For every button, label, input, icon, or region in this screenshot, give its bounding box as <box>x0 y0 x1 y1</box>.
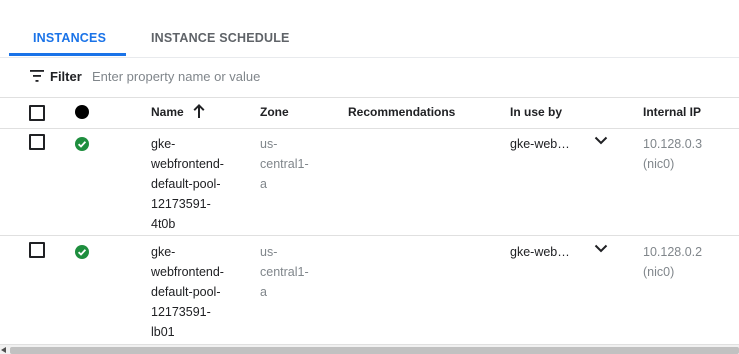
filter-bar: Filter <box>0 57 739 98</box>
check-circle-icon <box>75 245 89 259</box>
sort-ascending-icon[interactable] <box>192 103 206 119</box>
instance-name-link[interactable]: gke- webfrontend- default-pool- 12173591… <box>151 134 241 234</box>
filter-list-icon[interactable] <box>30 70 44 82</box>
filter-input[interactable] <box>92 65 512 87</box>
tab-bar: INSTANCES INSTANCE SCHEDULE <box>0 0 739 58</box>
in-use-by-value[interactable]: gke-web… <box>510 134 572 154</box>
column-header-zone[interactable]: Zone <box>260 105 289 119</box>
table-row[interactable]: gke- webfrontend- default-pool- 12173591… <box>0 236 739 345</box>
tab-instance-schedule[interactable]: INSTANCE SCHEDULE <box>151 31 290 45</box>
zone-value: us- central1- a <box>260 245 309 299</box>
status-column-icon[interactable] <box>75 105 89 119</box>
row-checkbox[interactable] <box>29 242 45 258</box>
internal-ip-value: 10.128.0.3 (nic0) <box>643 137 703 171</box>
check-circle-icon <box>75 137 89 151</box>
table-row[interactable]: gke- webfrontend- default-pool- 12173591… <box>0 128 739 236</box>
instance-name-link[interactable]: gke- webfrontend- default-pool- 12173591… <box>151 242 241 342</box>
column-header-internal-ip[interactable]: Internal IP <box>643 105 701 119</box>
row-checkbox[interactable] <box>29 134 45 150</box>
tab-instances[interactable]: INSTANCES <box>33 31 106 45</box>
column-header-name[interactable]: Name <box>151 105 184 119</box>
scroll-left-icon[interactable] <box>1 347 6 353</box>
filter-label[interactable]: Filter <box>50 69 82 84</box>
column-header-in-use-by[interactable]: In use by <box>510 105 562 119</box>
active-tab-indicator <box>9 53 126 56</box>
select-all-checkbox[interactable] <box>29 105 45 121</box>
zone-value: us- central1- a <box>260 137 309 191</box>
chevron-down-icon[interactable] <box>594 244 608 254</box>
chevron-down-icon[interactable] <box>594 136 608 146</box>
table-header: Name Zone Recommendations In use by Inte… <box>0 97 739 129</box>
internal-ip-value: 10.128.0.2 (nic0) <box>643 245 703 279</box>
column-header-recommendations[interactable]: Recommendations <box>348 105 455 119</box>
scrollbar-thumb[interactable] <box>10 347 739 354</box>
horizontal-scrollbar[interactable] <box>0 345 739 354</box>
in-use-by-value[interactable]: gke-web… <box>510 242 572 262</box>
